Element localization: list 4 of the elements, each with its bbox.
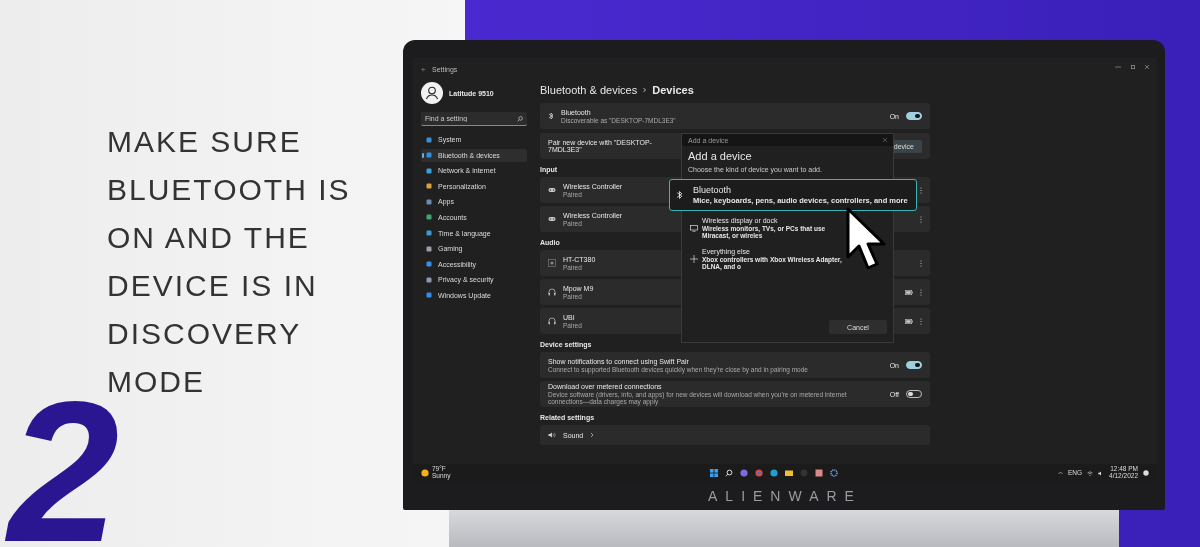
dialog-heading: Add a device (688, 150, 753, 162)
brand-logo: ALIENWARE (707, 487, 863, 506)
headline: MAKE SURE BLUETOOTH IS ON AND THE DEVICE IS IN DISCOVERY MODE (107, 124, 352, 400)
page-title: Devices (652, 83, 694, 96)
